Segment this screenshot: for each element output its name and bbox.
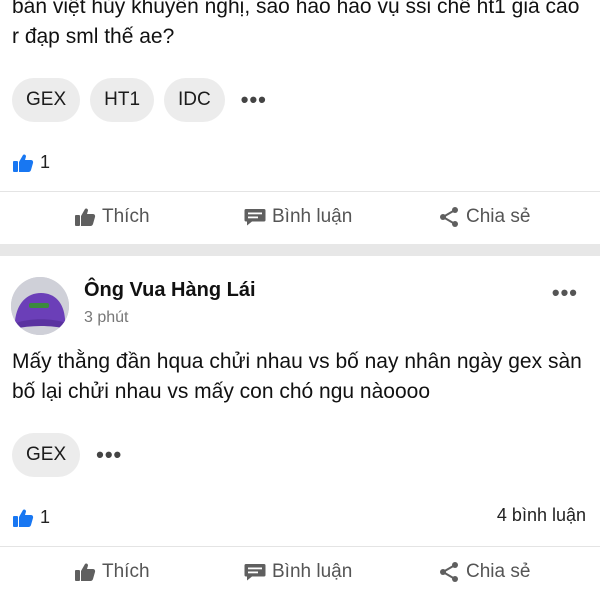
share-button[interactable]: Chia sẻ [438, 561, 530, 583]
post-action-bar: Thích Bình luận Chia sẻ [0, 552, 600, 592]
comment-icon [244, 207, 266, 227]
post-timestamp[interactable]: 3 phút [84, 309, 128, 327]
post-action-bar: Thích Bình luận Chia sẻ [0, 197, 600, 237]
post-separator [0, 244, 600, 256]
like-reaction-icon [12, 506, 34, 528]
share-label: Chia sẻ [466, 206, 531, 227]
comment-button[interactable]: Bình luận [244, 206, 352, 228]
like-count: 1 [40, 151, 51, 172]
like-button[interactable]: Thích [74, 561, 150, 583]
divider [0, 546, 600, 547]
avatar[interactable] [11, 277, 69, 335]
comment-label: Bình luận [272, 206, 353, 227]
tag-chip[interactable]: IDC [164, 78, 225, 122]
post-body-text: bản việt hủy khuyến nghị, sao hao hao vụ… [12, 0, 580, 48]
like-label: Thích [102, 206, 150, 227]
like-count: 1 [40, 506, 51, 527]
tag-chip[interactable]: GEX [12, 78, 81, 122]
news-feed: bản việt hủy khuyến nghị, sao hao hao vụ… [0, 0, 600, 600]
like-label: Thích [102, 561, 150, 582]
like-reaction-icon [12, 151, 34, 173]
comment-button[interactable]: Bình luận [244, 561, 352, 583]
comment-label: Bình luận [272, 561, 353, 582]
share-icon [438, 561, 460, 583]
tag-chip[interactable]: HT1 [90, 78, 155, 122]
post-body-text: Mấy thằng đần hqua chửi nhau vs bố nay n… [12, 350, 582, 403]
comment-icon [244, 562, 266, 582]
post-options-button[interactable]: ••• [552, 280, 578, 306]
share-button[interactable]: Chia sẻ [438, 206, 530, 228]
post-tag-list: GEX ••• [12, 433, 128, 477]
reaction-summary[interactable]: 1 [12, 151, 50, 173]
author-name[interactable]: Ông Vua Hàng Lái [84, 279, 256, 302]
more-tags-button[interactable]: ••• [235, 89, 273, 111]
more-tags-button[interactable]: ••• [90, 444, 128, 466]
reaction-summary[interactable]: 1 [12, 506, 50, 528]
comment-count[interactable]: 4 bình luận [497, 505, 586, 526]
tag-chip[interactable]: GEX [12, 433, 81, 477]
like-button[interactable]: Thích [74, 206, 150, 228]
post-tag-list: GEX HT1 IDC ••• [12, 78, 273, 122]
thumbs-up-icon [74, 562, 96, 582]
share-icon [438, 206, 460, 228]
share-label: Chia sẻ [466, 561, 531, 582]
thumbs-up-icon [74, 207, 96, 227]
divider [0, 191, 600, 192]
